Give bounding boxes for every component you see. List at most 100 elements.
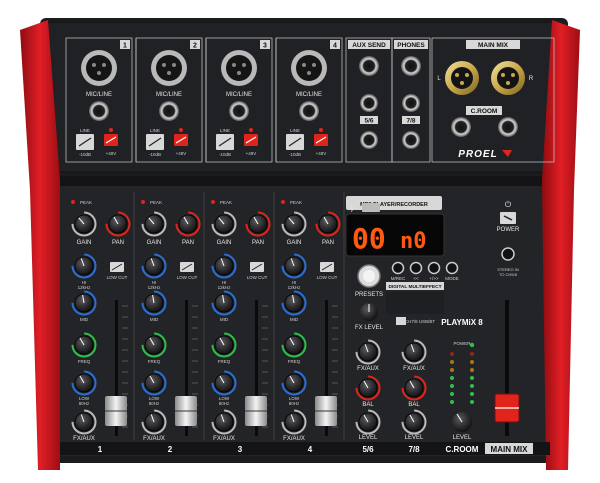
fx-aux-label: FX/AUX	[283, 436, 305, 442]
meter-led	[470, 392, 474, 396]
aux-send-label: AUX SEND	[352, 42, 386, 49]
line-input-jack[interactable]	[89, 101, 109, 121]
mp3-button-label: +/>>	[429, 276, 439, 281]
mic-line-label: MIC/LINE	[296, 92, 322, 98]
stereo-fx-aux-label: FX/AUX	[357, 366, 379, 372]
phantom-label: +48V	[246, 151, 257, 156]
mid-label: MID	[290, 317, 299, 322]
mic-line-label: MIC/LINE	[226, 92, 252, 98]
fx-aux-label: FX/AUX	[73, 436, 95, 442]
meter-led	[470, 368, 474, 372]
phantom-led	[179, 128, 183, 132]
stereo-56-left-jack[interactable]	[360, 94, 378, 112]
fx-aux-label: FX/AUX	[213, 436, 235, 442]
peak-label: PEAK	[80, 200, 92, 205]
pad-db-label: -10dB	[79, 152, 91, 157]
stereo-strip-56: FX/AUX BAL LEVEL	[355, 339, 381, 441]
stereo-56-label: 5/6	[364, 118, 373, 125]
gain-label: GAIN	[77, 240, 92, 246]
hi-freq-label: 12kHz	[148, 285, 162, 290]
meter-led	[450, 392, 454, 396]
stereo-level-label: LEVEL	[405, 435, 424, 441]
line-label: LINE	[80, 128, 90, 133]
brand-logo: PROEL	[458, 149, 497, 160]
phantom-led	[249, 128, 253, 132]
hi-freq-label: 12kHz	[218, 285, 232, 290]
phantom-label: +48V	[106, 151, 117, 156]
croom-left-jack[interactable]	[451, 117, 471, 137]
peak-label: PEAK	[290, 200, 302, 205]
freq-label: FREQ	[288, 359, 301, 364]
pan-label: PAN	[322, 240, 334, 246]
line-input-jack[interactable]	[299, 101, 319, 121]
meter-led	[470, 384, 474, 388]
mixer-photo: 1 MIC/LINE LINE -10dB +48V 2 MIC/LINE LINE -10dB…	[20, 18, 580, 470]
channel-number: 3	[263, 43, 267, 50]
peak-led	[211, 200, 215, 204]
phones-jack[interactable]	[401, 56, 421, 76]
stereo-56-right-jack[interactable]	[360, 131, 378, 149]
mp3-button-label: M/REC	[391, 276, 406, 281]
croom-label: C.ROOM	[471, 108, 498, 115]
stereo-in-button[interactable]	[501, 247, 515, 261]
stereo-78-label: 7/8	[406, 118, 415, 125]
phones-label: PHONES	[397, 42, 425, 49]
gain-label: GAIN	[147, 240, 162, 246]
pan-label: PAN	[182, 240, 194, 246]
stereo-78-right-jack[interactable]	[402, 131, 420, 149]
peak-label: PEAK	[220, 200, 232, 205]
pad-db-label: -10dB	[149, 152, 161, 157]
peak-led	[281, 200, 285, 204]
power-icon: ⏻	[505, 200, 512, 209]
phantom-label: +48V	[176, 151, 187, 156]
low-freq-label: 80Hz	[79, 401, 90, 406]
meter-led	[470, 376, 474, 380]
low-freq-label: 80Hz	[289, 401, 300, 406]
mid-label: MID	[80, 317, 89, 322]
model-name: PLAYMiX 8	[441, 318, 483, 327]
stereo-strip-78: FX/AUX BAL LEVEL	[401, 339, 427, 441]
meter-led	[470, 360, 474, 364]
low-cut-label: LOW CUT	[107, 275, 128, 280]
mp3-button-4[interactable]: MODE	[445, 261, 459, 282]
pad-db-label: -10dB	[289, 152, 301, 157]
peak-led	[141, 200, 145, 204]
power-label: POWER	[497, 227, 520, 233]
fx-aux-label: FX/AUX	[143, 436, 165, 442]
hi-freq-label: 12kHz	[288, 285, 302, 290]
mic-line-label: MIC/LINE	[86, 92, 112, 98]
freq-label: FREQ	[218, 359, 231, 364]
display-track: 00	[352, 222, 386, 255]
meter-led	[450, 384, 454, 388]
line-input-jack[interactable]	[229, 101, 249, 121]
peak-label: PEAK	[150, 200, 162, 205]
fx-level-label: FX LEVEL	[355, 325, 384, 331]
low-cut-label: LOW CUT	[247, 275, 268, 280]
line-label: LINE	[220, 128, 230, 133]
presets-label: PRESETS	[355, 292, 383, 298]
channel-number: 4	[333, 43, 337, 50]
stereo-level-label: LEVEL	[359, 435, 378, 441]
meter-led	[450, 376, 454, 380]
stereo-in-target: TO CH5/6	[499, 272, 518, 277]
mp3-button-label: MODE	[445, 276, 459, 281]
display-mode: n0	[400, 229, 427, 254]
mp3-button-label: <<	[413, 276, 419, 281]
croom-right-jack[interactable]	[498, 117, 518, 137]
aux-send-jack[interactable]	[359, 56, 379, 76]
main-mix-label: MAIN MIX	[478, 42, 509, 49]
line-input-jack[interactable]	[159, 101, 179, 121]
pan-label: PAN	[252, 240, 264, 246]
usb-port[interactable]	[362, 203, 380, 212]
strip-footer-label: 1	[98, 445, 103, 454]
mp3-button-3[interactable]: +/>>	[427, 261, 441, 282]
main-mix-footer-label: MAIN MIX	[491, 445, 529, 454]
stereo-78-left-jack[interactable]	[402, 94, 420, 112]
stereo-bal-label: BAL	[362, 402, 374, 408]
channel-number: 1	[123, 43, 127, 50]
gain-label: GAIN	[287, 240, 302, 246]
effect-title: DIGITAL MULTIEFFECT	[388, 284, 441, 290]
low-freq-label: 80Hz	[219, 401, 230, 406]
led-power-label: POWER	[453, 341, 471, 346]
freq-label: FREQ	[78, 359, 91, 364]
